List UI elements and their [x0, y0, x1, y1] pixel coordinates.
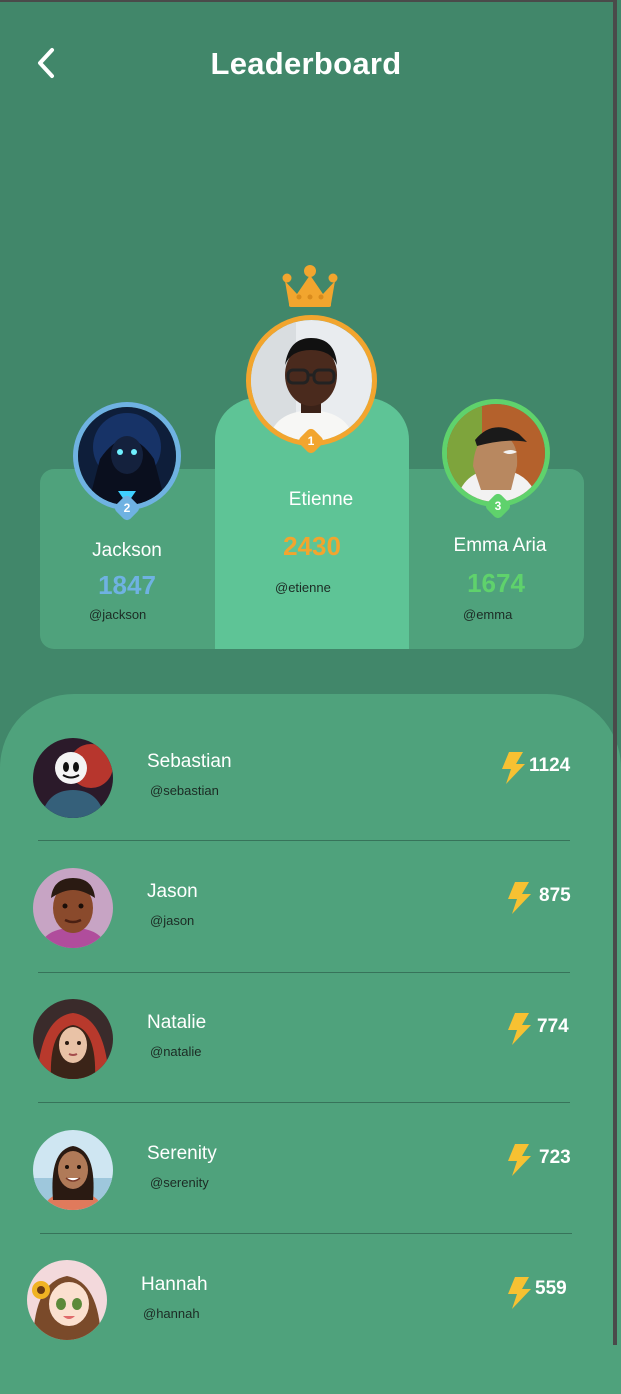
- player-handle: @natalie: [150, 1044, 202, 1059]
- player-handle: @hannah: [143, 1306, 200, 1321]
- lightning-bolt-icon: [508, 1144, 531, 1176]
- first-place-name: Etienne: [288, 489, 354, 510]
- lightning-bolt-icon: [508, 1277, 531, 1309]
- player-score: 559: [535, 1278, 567, 1299]
- list-item[interactable]: Natalie @natalie 774: [0, 999, 621, 1129]
- second-place-handle: @jackson: [89, 607, 147, 622]
- list-item[interactable]: Jason @jason 875: [0, 868, 621, 998]
- avatar: [27, 1260, 107, 1340]
- avatar-third-place[interactable]: [442, 399, 550, 507]
- third-place-score: 1674: [467, 568, 525, 598]
- player-name: Natalie: [147, 1012, 207, 1033]
- list-item[interactable]: Serenity @serenity 723: [0, 1130, 621, 1260]
- avatar: [33, 868, 113, 948]
- player-name: Sebastian: [147, 751, 232, 772]
- second-place-name: Jackson: [92, 540, 162, 561]
- list-item[interactable]: Hannah @hannah 559: [0, 1260, 621, 1390]
- player-name: Hannah: [141, 1274, 208, 1295]
- list-item[interactable]: Sebastian @sebastian 1124: [0, 738, 621, 868]
- player-score: 875: [539, 885, 571, 906]
- first-place-score: 2430: [283, 531, 341, 561]
- player-name: Serenity: [147, 1143, 217, 1164]
- divider: [40, 1233, 572, 1234]
- avatar-first-place[interactable]: [246, 315, 377, 446]
- player-score: 1124: [529, 755, 571, 776]
- divider: [38, 972, 570, 973]
- third-place-handle: @emma: [463, 607, 513, 622]
- avatar-second-place[interactable]: [73, 402, 181, 510]
- rank-badge-first: 1: [296, 426, 326, 456]
- lightning-bolt-icon: [502, 752, 525, 784]
- first-place-handle: @etienne: [275, 580, 331, 595]
- rank-badge-second: 2: [112, 493, 142, 523]
- player-handle: @jason: [150, 913, 195, 928]
- avatar: [33, 999, 113, 1079]
- crown-icon: [282, 265, 338, 307]
- player-handle: @serenity: [150, 1175, 209, 1190]
- player-handle: @sebastian: [150, 783, 219, 798]
- page-title: Leaderboard: [210, 46, 402, 81]
- divider: [38, 1102, 570, 1103]
- rank-badge-third: 3: [483, 491, 513, 521]
- avatar: [33, 1130, 113, 1210]
- lightning-bolt-icon: [508, 1013, 531, 1045]
- player-score: 774: [537, 1016, 569, 1037]
- player-name: Jason: [147, 881, 198, 902]
- second-place-score: 1847: [98, 570, 156, 600]
- avatar: [33, 738, 113, 818]
- lightning-bolt-icon: [508, 882, 531, 914]
- third-place-name: Emma Aria: [453, 535, 547, 556]
- divider: [38, 840, 570, 841]
- player-score: 723: [539, 1147, 571, 1168]
